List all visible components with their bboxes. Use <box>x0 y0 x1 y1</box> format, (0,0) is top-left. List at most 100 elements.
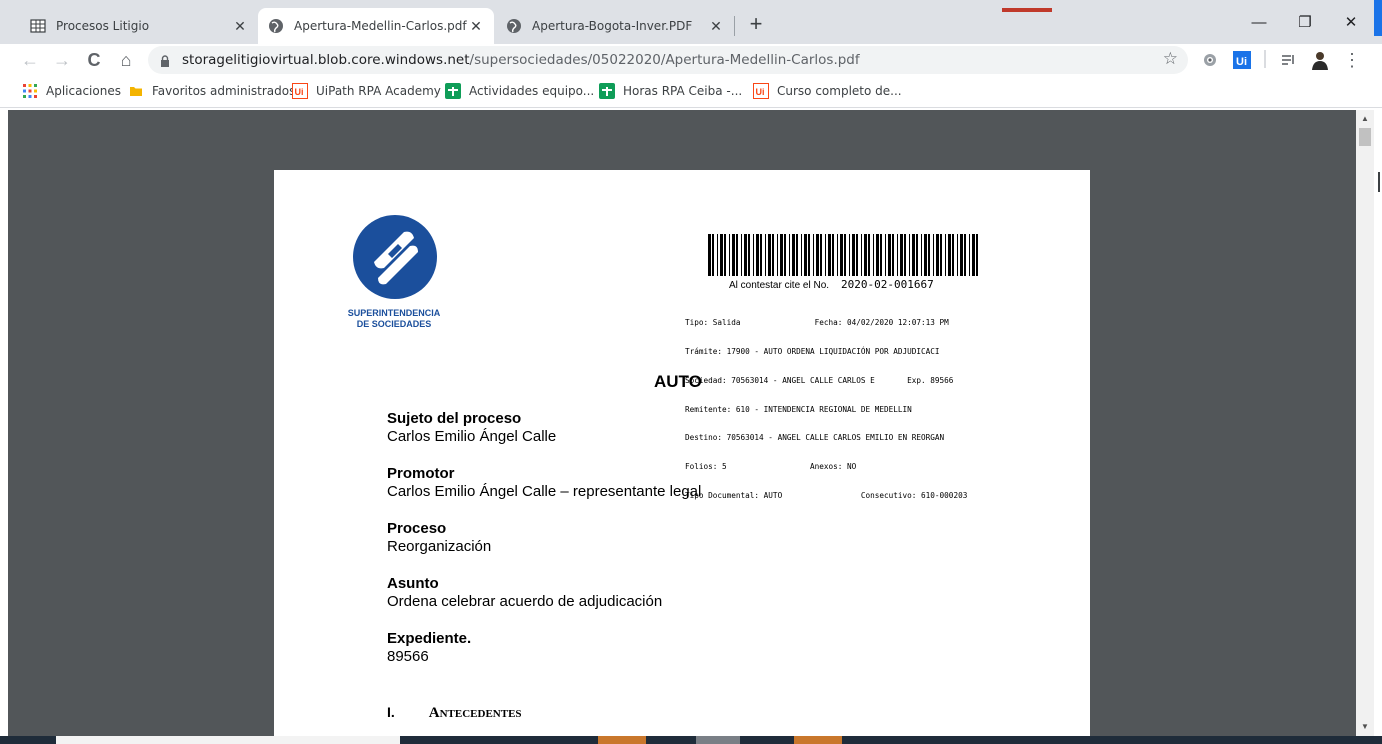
profile-avatar[interactable] <box>1310 50 1330 70</box>
field-value: Ordena celebrar acuerdo de adjudicación <box>387 593 663 610</box>
cite-number: 2020-02-001667 <box>841 278 934 291</box>
bookmark-label: Horas RPA Ceiba -... <box>623 84 743 98</box>
barcode-bar <box>969 234 970 276</box>
taskbar-app[interactable] <box>598 736 646 744</box>
section-heading: I. Antecedentes <box>387 704 522 722</box>
chrome-menu-button[interactable]: ⋮ <box>1340 48 1364 72</box>
barcode-bar <box>808 234 810 276</box>
barcode-bar <box>804 234 807 276</box>
tab-close-button[interactable]: ✕ <box>232 18 248 34</box>
bookmark-label: Curso completo de... <box>777 84 902 98</box>
barcode-bar <box>712 234 714 276</box>
barcode-bar <box>873 234 874 276</box>
uipath-extension-icon[interactable]: Ui <box>1232 50 1252 70</box>
svg-text:Ui: Ui <box>1236 56 1247 68</box>
bookmark-curso-completo[interactable]: Ui Curso completo de... <box>753 83 902 99</box>
uipath-icon: Ui <box>753 83 769 99</box>
barcode-bar <box>844 234 846 276</box>
barcode-bar <box>904 234 906 276</box>
tab-procesos-litigio[interactable]: Procesos Litigio ✕ <box>8 8 258 44</box>
bookmarks-bar: Aplicaciones Favoritos administrados Ui … <box>0 76 1382 108</box>
toolbar: ← → C ⌂ storagelitigiovirtual.blob.core.… <box>0 44 1382 76</box>
barcode-bar <box>768 234 771 276</box>
tab-label: Apertura-Medellin-Carlos.pdf <box>294 19 467 33</box>
home-button[interactable]: ⌂ <box>114 48 138 72</box>
close-window-button[interactable]: ✕ <box>1328 8 1374 38</box>
tab-apertura-bogota[interactable]: Apertura-Bogota-Inver.PDF ✕ <box>494 8 734 44</box>
barcode-bar <box>972 234 975 276</box>
barcode-bar <box>852 234 855 276</box>
field-proceso: Proceso Reorganización <box>387 520 491 556</box>
meta-line: Tipo Documental: AUTO Consecutivo: 610-0… <box>685 490 968 500</box>
forward-button[interactable]: → <box>50 48 74 72</box>
spreadsheet-icon <box>30 18 46 34</box>
logo-caption: SUPERINTENDENCIA DE SOCIEDADES <box>334 308 454 330</box>
tab-apertura-medellin[interactable]: Apertura-Medellin-Carlos.pdf ✕ <box>258 8 494 44</box>
barcode-bar <box>832 234 834 276</box>
barcode-bar <box>724 234 726 276</box>
barcode-bar <box>813 234 814 276</box>
barcode-bar <box>964 234 966 276</box>
field-value: Carlos Emilio Ángel Calle <box>387 428 557 445</box>
barcode-bar <box>729 234 730 276</box>
meta-line: Trámite: 17900 - AUTO ORDENA LIQUIDACIÓN… <box>685 346 940 356</box>
back-button[interactable]: ← <box>18 48 42 72</box>
logo-line-2: DE SOCIEDADES <box>356 319 432 329</box>
tab-strip: Procesos Litigio ✕ Apertura-Medellin-Car… <box>0 0 1382 44</box>
bookmark-aplicaciones[interactable]: Aplicaciones <box>22 83 121 99</box>
restore-button[interactable]: ❐ <box>1282 8 1328 38</box>
taskbar-search-box[interactable] <box>56 736 400 744</box>
scrollbar-thumb[interactable] <box>1359 128 1371 146</box>
barcode-bar <box>945 234 946 276</box>
barcode-bar <box>796 234 798 276</box>
minimize-button[interactable]: — <box>1236 8 1282 38</box>
svg-text:Ui: Ui <box>295 87 304 97</box>
taskbar-app[interactable] <box>794 736 842 744</box>
barcode <box>708 234 978 276</box>
vertical-scrollbar[interactable]: ▲ ▼ <box>1356 110 1374 736</box>
apps-grid-icon <box>22 83 38 99</box>
taskbar-app[interactable] <box>696 736 740 744</box>
bookmark-horas-rpa[interactable]: Horas RPA Ceiba -... <box>599 83 742 99</box>
barcode-bar <box>825 234 826 276</box>
bookmark-actividades[interactable]: Actividades equipo... <box>445 83 594 99</box>
field-sujeto: Sujeto del proceso Carlos Emilio Ángel C… <box>387 410 556 446</box>
barcode-bar <box>720 234 723 276</box>
meta-line: Remitente: 610 - INTENDENCIA REGIONAL DE… <box>685 404 912 414</box>
barcode-bar <box>741 234 742 276</box>
field-label: Sujeto del proceso <box>387 410 522 427</box>
cite-line: Al contestar cite el No. 2020-02-001667 <box>729 278 934 291</box>
barcode-bar <box>924 234 927 276</box>
tab-close-button[interactable]: ✕ <box>468 18 484 34</box>
extension-icon[interactable] <box>1200 50 1220 70</box>
url-text: storagelitigiovirtual.blob.core.windows.… <box>182 52 860 68</box>
barcode-bar <box>765 234 766 276</box>
barcode-bar <box>732 234 735 276</box>
scroll-up-icon[interactable]: ▲ <box>1356 112 1374 126</box>
side-strip-mark <box>1378 172 1380 192</box>
side-accent <box>1374 0 1382 36</box>
media-control-icon[interactable] <box>1278 50 1298 70</box>
field-label: Expediente. <box>387 630 472 647</box>
reload-button[interactable]: C <box>82 48 106 72</box>
address-bar[interactable]: storagelitigiovirtual.blob.core.windows.… <box>148 46 1188 74</box>
scroll-down-icon[interactable]: ▼ <box>1356 720 1374 734</box>
bookmark-star-icon[interactable]: ☆ <box>1163 49 1178 69</box>
field-label: Asunto <box>387 575 439 592</box>
tab-close-button[interactable]: ✕ <box>708 18 724 34</box>
barcode-bar <box>780 234 783 276</box>
bookmark-uipath-academy[interactable]: Ui UiPath RPA Academy <box>292 83 441 99</box>
lock-icon <box>160 54 170 67</box>
tab-separator <box>734 16 735 36</box>
pdf-viewer[interactable]: SUPERINTENDENCIA DE SOCIEDADES Al contes… <box>8 110 1356 736</box>
barcode-bar <box>748 234 750 276</box>
barcode-bar <box>888 234 891 276</box>
meta-line: Folios: 5 Anexos: NO <box>685 462 857 472</box>
barcode-bar <box>801 234 802 276</box>
bookmark-favoritos[interactable]: Favoritos administrados <box>128 83 295 99</box>
barcode-bar <box>840 234 843 276</box>
meta-line: Destino: 70563014 - ANGEL CALLE CARLOS E… <box>685 433 945 443</box>
barcode-bar <box>880 234 882 276</box>
new-tab-button[interactable]: + <box>744 12 768 36</box>
field-asunto: Asunto Ordena celebrar acuerdo de adjudi… <box>387 575 662 611</box>
